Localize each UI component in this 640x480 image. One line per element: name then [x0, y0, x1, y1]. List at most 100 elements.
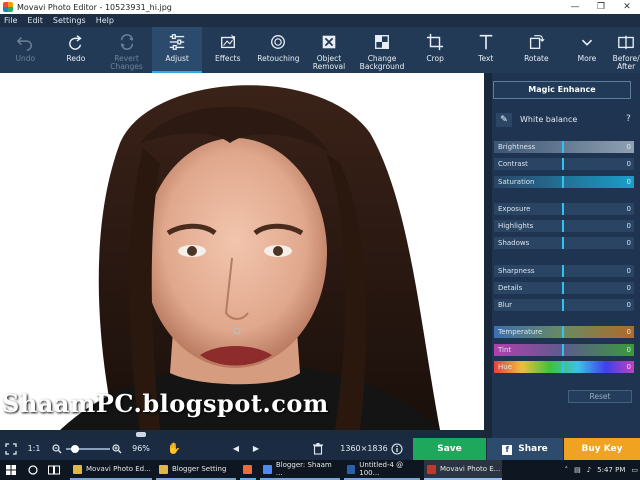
eyedropper-icon[interactable]: ✎: [496, 113, 512, 127]
actual-size-button[interactable]: 1:1: [26, 438, 42, 460]
slider-label: Blur: [498, 301, 513, 309]
help-icon[interactable]: ?: [626, 114, 631, 124]
change-background-tab[interactable]: Change Background: [354, 27, 410, 73]
task-view-icon[interactable]: [48, 465, 60, 475]
retouching-tab[interactable]: Retouching: [253, 27, 304, 73]
slider-value: 0: [626, 222, 631, 230]
slider-sharpness[interactable]: Sharpness 0: [494, 265, 634, 277]
adjust-tab[interactable]: Adjust: [151, 27, 203, 73]
menu-file[interactable]: File: [4, 16, 17, 25]
slider-hue[interactable]: Hue 0: [494, 361, 634, 373]
slider-handle[interactable]: [562, 265, 564, 277]
slider-brightness[interactable]: Brightness 0: [494, 141, 634, 153]
slider-label: Exposure: [498, 205, 531, 213]
slider-label: Brightness: [498, 143, 536, 151]
effects-tab[interactable]: Effects: [202, 27, 253, 73]
close-button[interactable]: ✕: [614, 0, 640, 14]
slider-label: Hue: [498, 363, 513, 371]
slider-contrast[interactable]: Contrast 0: [494, 158, 634, 170]
before-after-icon: [618, 35, 635, 50]
chevron-up-icon[interactable]: ˄: [565, 466, 569, 474]
fit-screen-icon[interactable]: [5, 443, 17, 455]
slider-track[interactable]: [494, 344, 634, 356]
slider-track[interactable]: [494, 361, 634, 373]
app-logo-icon: [3, 2, 13, 12]
text-tab[interactable]: Text: [460, 27, 511, 73]
slider-handle[interactable]: [562, 237, 564, 249]
taskbar-app[interactable]: Movavi Photo E...: [424, 460, 502, 480]
facebook-icon: f: [502, 445, 513, 455]
next-image-button[interactable]: ▶: [250, 438, 262, 460]
slider-tint[interactable]: Tint 0: [494, 344, 634, 356]
slider-handle[interactable]: [562, 158, 564, 170]
slider-handle[interactable]: [562, 299, 564, 311]
sliders-icon: [169, 34, 185, 50]
magic-enhance-button[interactable]: Magic Enhance: [493, 81, 631, 99]
zoom-level: 96%: [132, 444, 150, 453]
slider-handle[interactable]: [562, 141, 564, 153]
slider-handle[interactable]: [562, 344, 564, 356]
more-button[interactable]: More: [562, 27, 613, 73]
crop-tab[interactable]: Crop: [410, 27, 461, 73]
menu-settings[interactable]: Settings: [53, 16, 86, 25]
slider-handle[interactable]: [562, 176, 564, 188]
search-icon[interactable]: [28, 465, 38, 475]
taskbar-app-label: Untitled-4 @ 100...: [359, 461, 404, 477]
share-button[interactable]: f Share: [487, 438, 563, 460]
slider-handle[interactable]: [562, 220, 564, 232]
slider-details[interactable]: Details 0: [494, 282, 634, 294]
menu-bar: File Edit Settings Help: [0, 14, 640, 27]
slider-handle[interactable]: [562, 282, 564, 294]
slider-shadows[interactable]: Shadows 0: [494, 237, 634, 249]
photo-canvas[interactable]: ShaamPC.blogspot.com: [0, 73, 484, 430]
slider-highlights[interactable]: Highlights 0: [494, 220, 634, 232]
rotate-icon: [530, 35, 545, 49]
horizontal-scrollbar[interactable]: [0, 430, 484, 438]
notifications-icon[interactable]: ▭: [631, 466, 638, 474]
slider-saturation[interactable]: Saturation 0: [494, 176, 634, 188]
slider-handle[interactable]: [562, 326, 564, 338]
info-icon[interactable]: [391, 443, 403, 455]
zoom-in-icon[interactable]: [112, 444, 122, 454]
slider-track[interactable]: [494, 299, 634, 311]
before-after-button[interactable]: Before/ After: [612, 27, 640, 73]
watermark-text: ShaamPC.blogspot.com: [2, 389, 329, 418]
slider-temperature[interactable]: Temperature 0: [494, 326, 634, 338]
clock[interactable]: 5:47 PM: [597, 466, 625, 474]
chevron-down-icon: [581, 39, 593, 46]
windows-start-icon[interactable]: [6, 465, 16, 475]
redo-button[interactable]: Redo: [51, 27, 102, 73]
slider-handle[interactable]: [562, 361, 564, 373]
app-window: Movavi Photo Editor - 10523931_hi.jpg — …: [0, 0, 640, 480]
maximize-button[interactable]: ❐: [588, 0, 614, 14]
taskbar-app[interactable]: Untitled-4 @ 100...: [344, 460, 420, 480]
save-button[interactable]: Save: [413, 438, 486, 460]
slider-handle[interactable]: [562, 203, 564, 215]
scrollbar-thumb[interactable]: [136, 432, 146, 437]
revert-icon: [120, 34, 133, 50]
trash-icon[interactable]: [313, 443, 323, 455]
zoom-out-icon[interactable]: [52, 444, 62, 454]
network-icon[interactable]: ▤: [574, 466, 581, 474]
rotate-tab[interactable]: Rotate: [511, 27, 562, 73]
slider-value: 0: [626, 346, 631, 354]
undo-button[interactable]: Undo: [0, 27, 51, 73]
taskbar-app[interactable]: Blogger Setting: [156, 460, 236, 480]
buy-key-button[interactable]: Buy Key: [564, 438, 640, 460]
taskbar-app-label: Movavi Photo E...: [440, 465, 501, 473]
previous-image-button[interactable]: ◀: [230, 438, 242, 460]
minimize-button[interactable]: —: [562, 0, 588, 14]
slider-blur[interactable]: Blur 0: [494, 299, 634, 311]
revert-changes-button[interactable]: Revert Changes: [101, 27, 152, 73]
taskbar-app[interactable]: [240, 460, 256, 480]
hand-icon[interactable]: ✋: [166, 438, 182, 460]
volume-icon[interactable]: ♪: [587, 466, 591, 474]
menu-help[interactable]: Help: [96, 16, 114, 25]
menu-edit[interactable]: Edit: [27, 16, 43, 25]
object-removal-tab[interactable]: Object Removal: [304, 27, 355, 73]
taskbar-app[interactable]: Blogger: Shaam ...: [260, 460, 340, 480]
zoom-slider-handle[interactable]: [71, 445, 79, 453]
reset-button[interactable]: Reset: [568, 390, 632, 403]
slider-exposure[interactable]: Exposure 0: [494, 203, 634, 215]
taskbar-app[interactable]: Movavi Photo Ed...: [70, 460, 152, 480]
